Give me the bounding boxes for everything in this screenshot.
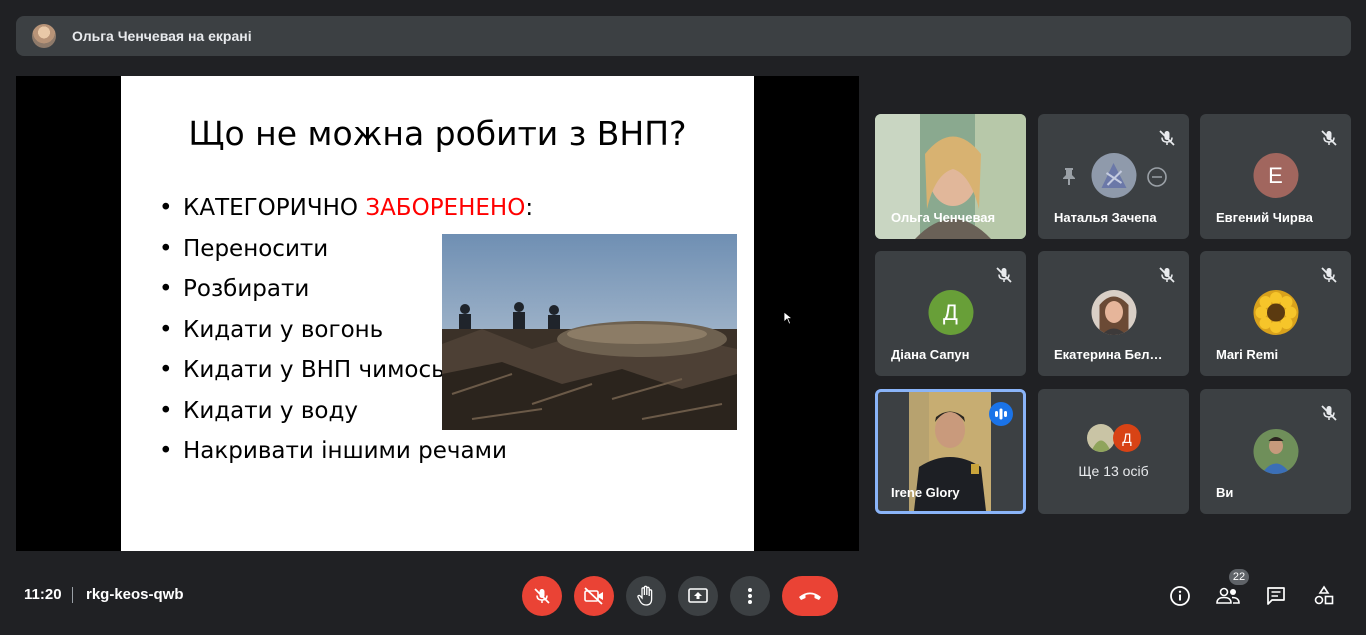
mouse-cursor-icon xyxy=(783,311,793,325)
more-options-button[interactable] xyxy=(730,576,770,616)
mic-off-icon xyxy=(1321,130,1337,146)
participant-tile[interactable]: Д Діана Сапун xyxy=(875,251,1026,376)
participant-name: Діана Сапун xyxy=(891,347,970,362)
pin-icon[interactable] xyxy=(1060,166,1078,186)
speaking-indicator-icon xyxy=(989,402,1013,426)
mic-off-icon xyxy=(534,588,550,604)
camera-toggle-button[interactable] xyxy=(574,576,614,616)
present-icon xyxy=(688,588,708,603)
remove-icon[interactable] xyxy=(1146,166,1168,188)
mic-off-icon xyxy=(996,267,1012,283)
mic-off-icon xyxy=(1321,405,1337,421)
presenter-text: Ольга Ченчевая на екрані xyxy=(72,28,252,44)
presenter-avatar xyxy=(32,24,56,48)
meeting-time: 11:20 xyxy=(24,586,62,603)
participant-name: Ольга Ченчевая xyxy=(891,210,996,225)
more-participants-tile[interactable]: Д Ще 13 осіб xyxy=(1038,389,1189,514)
participant-tile-active-speaker[interactable]: Irene Glory xyxy=(875,389,1026,514)
shared-screen: Що не можна робити з ВНП? КАТЕГОРИЧНО ЗА… xyxy=(16,76,859,551)
people-count-badge: 22 xyxy=(1229,569,1249,585)
participant-avatar xyxy=(1253,429,1298,474)
people-button[interactable] xyxy=(1214,582,1242,610)
participant-tile[interactable]: Наталья Зачепа xyxy=(1038,114,1189,239)
mic-off-icon xyxy=(1159,267,1175,283)
participant-avatar xyxy=(1087,424,1115,452)
chat-icon xyxy=(1267,587,1285,605)
info-icon xyxy=(1170,586,1190,606)
present-screen-button[interactable] xyxy=(678,576,718,616)
self-tile[interactable]: Ви xyxy=(1200,389,1351,514)
leave-call-button[interactable] xyxy=(782,576,838,616)
meeting-code: rkg-keos-qwb xyxy=(86,586,184,603)
hang-up-icon xyxy=(799,592,821,600)
participant-avatar xyxy=(1091,290,1136,335)
presentation-slide: Що не можна робити з ВНП? КАТЕГОРИЧНО ЗА… xyxy=(121,76,754,551)
camera-off-icon xyxy=(584,587,603,605)
participant-avatar: Д xyxy=(928,290,973,335)
participant-name: Ви xyxy=(1216,485,1234,500)
divider xyxy=(72,587,73,603)
participant-name: Наталья Зачепа xyxy=(1054,210,1157,225)
participant-tile[interactable]: Mari Remi xyxy=(1200,251,1351,376)
chat-button[interactable] xyxy=(1262,582,1290,610)
microphone-toggle-button[interactable] xyxy=(522,576,562,616)
participant-tile[interactable]: Е Евгений Чирва xyxy=(1200,114,1351,239)
participant-tile[interactable]: Ольга Ченчевая xyxy=(875,114,1026,239)
hand-icon xyxy=(637,585,653,606)
participant-avatar xyxy=(1253,290,1298,335)
mic-off-icon xyxy=(1159,130,1175,146)
mic-off-icon xyxy=(1321,267,1337,283)
activities-button[interactable] xyxy=(1310,582,1338,610)
slide-bullet: Накривати іншими речами xyxy=(159,436,533,477)
slide-photo xyxy=(442,234,737,430)
raise-hand-button[interactable] xyxy=(626,576,666,616)
more-vertical-icon xyxy=(748,588,752,604)
participant-avatar: Д xyxy=(1113,424,1141,452)
presenter-bar[interactable]: Ольга Ченчевая на екрані xyxy=(16,16,1351,56)
people-icon xyxy=(1216,587,1240,604)
participant-name: Mari Remi xyxy=(1216,347,1279,362)
participant-name: Евгений Чирва xyxy=(1216,210,1313,225)
activities-icon xyxy=(1314,585,1334,605)
slide-title: Що не можна робити з ВНП? xyxy=(188,114,687,153)
participant-name: Екатерина Бел… xyxy=(1054,347,1163,362)
participant-avatar: Е xyxy=(1253,153,1298,198)
meeting-details-button[interactable] xyxy=(1166,582,1194,610)
participant-name: Irene Glory xyxy=(891,485,960,500)
more-participants-label: Ще 13 осіб xyxy=(1078,463,1149,479)
slide-bullet: КАТЕГОРИЧНО ЗАБОРЕНЕНО: xyxy=(159,193,533,234)
participant-tile[interactable]: Екатерина Бел… xyxy=(1038,251,1189,376)
participant-avatar xyxy=(1091,153,1136,198)
